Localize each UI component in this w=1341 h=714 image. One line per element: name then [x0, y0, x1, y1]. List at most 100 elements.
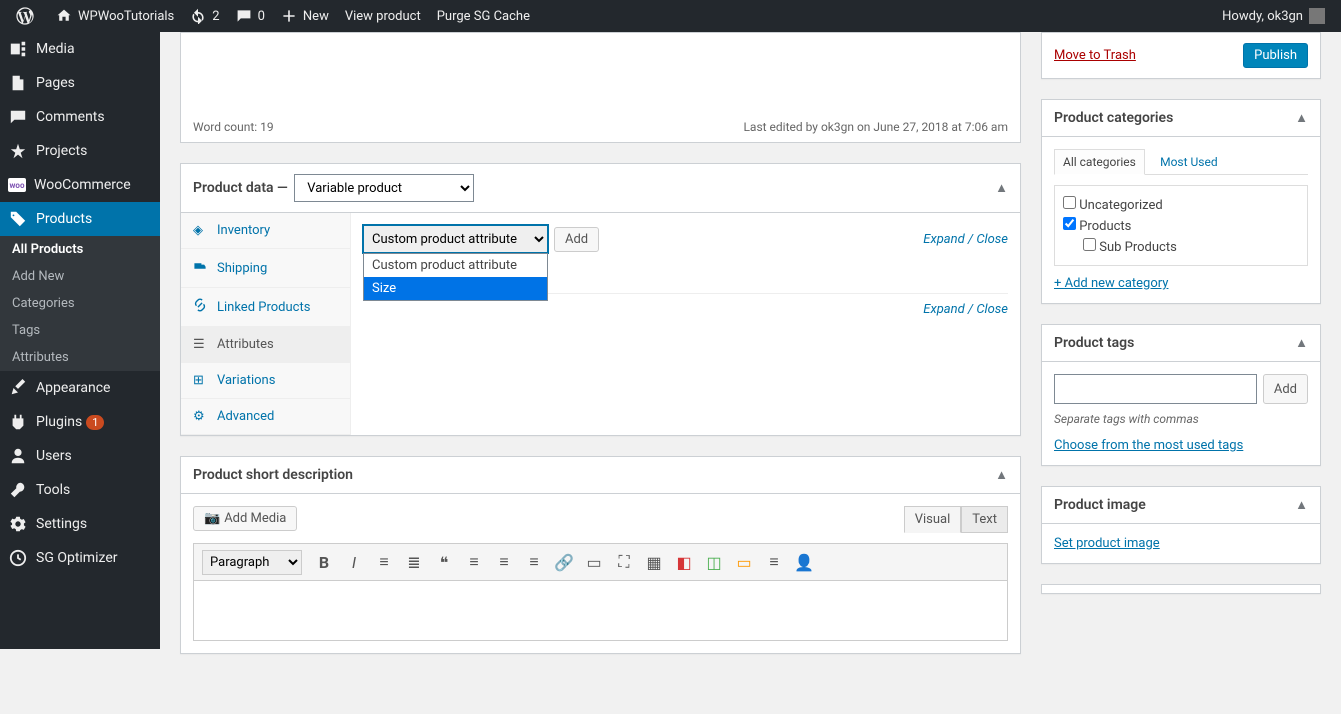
- link-icon: [193, 298, 209, 316]
- tab-advanced[interactable]: ⚙Advanced: [181, 399, 350, 435]
- category-sub-products[interactable]: Sub Products: [1083, 236, 1299, 257]
- toolbar-toggle-button[interactable]: ▦: [640, 548, 668, 576]
- category-checkbox-products[interactable]: [1063, 217, 1076, 230]
- editor-tab-text[interactable]: Text: [961, 506, 1008, 533]
- sidebar-item-woocommerce[interactable]: wooWooCommerce: [0, 168, 160, 202]
- submenu-categories[interactable]: Categories: [0, 290, 160, 317]
- tab-attributes[interactable]: ☰Attributes: [181, 327, 350, 363]
- sidebar-item-comments[interactable]: Comments: [0, 100, 160, 134]
- sidebar-item-tools[interactable]: Tools: [0, 473, 160, 507]
- toggle-icon[interactable]: ▲: [1295, 335, 1308, 351]
- submenu-attributes[interactable]: Attributes: [0, 344, 160, 371]
- admin-sidebar: Media Pages Comments Projects wooWooComm…: [0, 32, 160, 649]
- tab-inventory[interactable]: ◈Inventory: [181, 213, 350, 249]
- bullet-list-button[interactable]: ≡: [370, 548, 398, 576]
- toggle-icon[interactable]: ▲: [995, 467, 1008, 483]
- shortcode-button-1[interactable]: ◧: [670, 548, 698, 576]
- numbered-list-button[interactable]: ≣: [400, 548, 428, 576]
- choose-used-tags-link[interactable]: Choose from the most used tags: [1054, 438, 1243, 453]
- sidebar-item-sg-optimizer[interactable]: SG Optimizer: [0, 541, 160, 575]
- category-uncategorized[interactable]: Uncategorized: [1063, 194, 1299, 215]
- shortcode-button-3[interactable]: ▭: [730, 548, 758, 576]
- shipping-icon: [193, 259, 209, 277]
- sidebar-item-settings[interactable]: Settings: [0, 507, 160, 541]
- product-image-header[interactable]: Product image ▲: [1042, 487, 1320, 524]
- attribute-select[interactable]: Custom product attribute: [363, 225, 548, 253]
- product-data-tabs: ◈Inventory Shipping Linked Products ☰Att…: [181, 213, 351, 435]
- shortcode-button-2[interactable]: ◫: [700, 548, 728, 576]
- comments-link[interactable]: 0: [228, 0, 273, 32]
- last-edited: Last edited by ok3gn on June 27, 2018 at…: [743, 120, 1008, 134]
- site-name-link[interactable]: WPWooTutorials: [48, 0, 182, 32]
- shortcode-button-4[interactable]: ≡: [760, 548, 788, 576]
- sidebar-item-users[interactable]: Users: [0, 439, 160, 473]
- home-icon: [56, 8, 72, 24]
- add-media-button[interactable]: 📷Add Media: [193, 506, 297, 531]
- publish-button[interactable]: Publish: [1243, 43, 1308, 68]
- sidebar-item-media[interactable]: Media: [0, 32, 160, 66]
- category-tab-most-used[interactable]: Most Used: [1152, 150, 1226, 174]
- product-data-title: Product data: [193, 180, 274, 196]
- product-tags-header[interactable]: Product tags ▲: [1042, 325, 1320, 362]
- comment-icon: [236, 8, 252, 24]
- category-products[interactable]: Products: [1063, 215, 1299, 236]
- sidebar-item-products[interactable]: Products: [0, 202, 160, 236]
- toggle-icon[interactable]: ▲: [995, 180, 1008, 196]
- short-description-editor[interactable]: [193, 581, 1008, 641]
- align-center-button[interactable]: ≡: [490, 548, 518, 576]
- category-checkbox-uncategorized[interactable]: [1063, 196, 1076, 209]
- view-product-link[interactable]: View product: [337, 0, 429, 32]
- add-attribute-button[interactable]: Add: [554, 227, 599, 252]
- toggle-icon[interactable]: ▲: [1295, 497, 1308, 513]
- link-button[interactable]: 🔗: [550, 548, 578, 576]
- updates-link[interactable]: 2: [182, 0, 227, 32]
- editor-tab-visual[interactable]: Visual: [904, 506, 962, 533]
- wp-logo[interactable]: [8, 0, 48, 32]
- category-tab-all[interactable]: All categories: [1054, 149, 1145, 175]
- shortcode-button-5[interactable]: 👤: [790, 548, 818, 576]
- short-description-box: Product short description ▲ 📷Add Media V…: [180, 456, 1021, 654]
- inventory-icon: ◈: [193, 223, 209, 238]
- expand-close-link-1[interactable]: Expand / Close: [923, 232, 1008, 247]
- submenu-all-products[interactable]: All Products: [0, 236, 160, 263]
- main-editor-body[interactable]: [180, 32, 1021, 112]
- dropdown-option-custom[interactable]: Custom product attribute: [364, 254, 547, 277]
- users-icon: [8, 446, 28, 466]
- pages-icon: [8, 73, 28, 93]
- short-description-header[interactable]: Product short description ▲: [181, 457, 1020, 494]
- align-right-button[interactable]: ≡: [520, 548, 548, 576]
- toggle-icon[interactable]: ▲: [1295, 110, 1308, 126]
- set-product-image-link[interactable]: Set product image: [1054, 536, 1160, 551]
- my-account[interactable]: Howdy, ok3gn: [1214, 0, 1333, 32]
- sidebar-item-plugins[interactable]: Plugins1: [0, 405, 160, 439]
- blockquote-button[interactable]: ❝: [430, 548, 458, 576]
- bold-button[interactable]: B: [310, 548, 338, 576]
- camera-icon: 📷: [204, 511, 220, 526]
- purge-cache-link[interactable]: Purge SG Cache: [429, 0, 538, 32]
- fullscreen-button[interactable]: ⛶: [610, 548, 638, 576]
- sidebar-item-projects[interactable]: Projects: [0, 134, 160, 168]
- tab-shipping[interactable]: Shipping: [181, 249, 350, 288]
- tab-linked-products[interactable]: Linked Products: [181, 288, 350, 327]
- add-tag-button[interactable]: Add: [1263, 374, 1308, 404]
- products-icon: [8, 209, 28, 229]
- move-to-trash-link[interactable]: Move to Trash: [1054, 48, 1136, 63]
- italic-button[interactable]: I: [340, 548, 368, 576]
- product-data-header[interactable]: Product data — Variable product ▲: [181, 164, 1020, 213]
- tags-input[interactable]: [1054, 374, 1257, 404]
- tab-variations[interactable]: ⊞Variations: [181, 363, 350, 399]
- product-type-select[interactable]: Variable product: [294, 174, 474, 202]
- align-left-button[interactable]: ≡: [460, 548, 488, 576]
- expand-close-link-2[interactable]: Expand / Close: [923, 302, 1008, 327]
- dropdown-option-size[interactable]: Size: [364, 277, 547, 300]
- insert-more-button[interactable]: ▭: [580, 548, 608, 576]
- submenu-add-new[interactable]: Add New: [0, 263, 160, 290]
- format-select[interactable]: Paragraph: [202, 550, 302, 575]
- sidebar-item-pages[interactable]: Pages: [0, 66, 160, 100]
- add-new-category-link[interactable]: + Add new category: [1054, 276, 1168, 291]
- sidebar-item-appearance[interactable]: Appearance: [0, 371, 160, 405]
- category-checkbox-sub-products[interactable]: [1083, 238, 1096, 251]
- product-categories-header[interactable]: Product categories ▲: [1042, 100, 1320, 137]
- submenu-tags[interactable]: Tags: [0, 317, 160, 344]
- new-content-link[interactable]: New: [273, 0, 337, 32]
